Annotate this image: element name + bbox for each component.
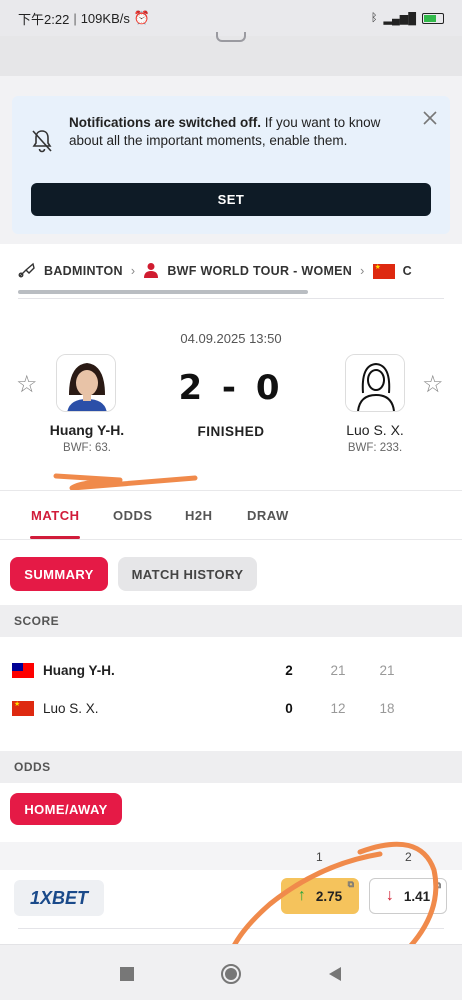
divider [0,539,462,540]
tab-h2h[interactable]: H2H [185,508,213,523]
close-icon[interactable] [422,106,438,132]
match-score: 2 - 0 [178,368,284,408]
taiwan-flag-icon [12,662,34,678]
recents-icon[interactable] [112,959,142,989]
woman-icon [143,262,159,281]
notification-banner: Notifications are switched off. If you w… [12,96,450,234]
score-row: Huang Y-H. 2 21 21 [0,652,462,688]
sheet-handle[interactable] [216,32,246,42]
back-icon[interactable] [320,959,350,989]
tab-odds[interactable]: ODDS [113,508,153,523]
divider [0,490,462,491]
tab-draw[interactable]: DRAW [247,508,289,523]
score-total: 2 [285,662,293,678]
tab-match[interactable]: MATCH [31,508,79,523]
score-set-2: 21 [379,662,395,678]
battery-icon [422,12,444,24]
bluetooth-icon: ᛒ [370,12,378,24]
status-icons: ᛒ ▂▄▆█ [371,12,444,25]
bell-off-icon [30,128,54,160]
score-section-header: SCORE [0,605,462,637]
breadcrumb-sport[interactable]: BADMINTON [44,264,123,278]
status-time: 下午2:22 [18,11,70,27]
match-history-button[interactable]: MATCH HISTORY [118,557,257,591]
notification-text: Notifications are switched off. If you w… [69,114,404,150]
score-set-1: 21 [330,662,346,678]
home-away-button[interactable]: HOME/AWAY [10,793,122,825]
china-flag-icon [12,700,34,716]
breadcrumb-tournament[interactable]: BWF WORLD TOUR - WOMEN [167,264,352,278]
system-nav-bar [0,944,462,1000]
alarm-icon: ⏰ [133,10,151,25]
chevron-right-icon: › [360,264,365,278]
sheet-handle-area [0,32,462,76]
status-speed: 109KB/s [80,10,130,26]
status-bar: 下午2:22 | 109KB/s ⏰ ᛒ ▂▄▆█ [0,0,462,36]
score-set-2: 18 [379,700,395,716]
divider [18,298,444,299]
badminton-icon [18,262,36,281]
score-total: 0 [285,700,293,716]
home-player-rank: BWF: 63. [63,442,111,454]
breadcrumb[interactable]: BADMINTON › BWF WORLD TOUR - WOMEN › C [18,260,462,282]
score-set-1: 12 [330,700,346,716]
summary-button[interactable]: SUMMARY [10,557,108,591]
status-separator: | [73,10,77,26]
score-player-name: Luo S. X. [43,700,99,716]
home-player-name[interactable]: Huang Y-H. [27,422,147,438]
chevron-right-icon: › [130,264,136,278]
away-player-rank: BWF: 233. [347,442,403,454]
breadcrumb-country[interactable]: C [403,264,412,278]
breadcrumb-scrollbar[interactable] [18,290,308,294]
home-icon[interactable] [216,959,246,989]
score-row: Luo S. X. 0 12 18 [0,690,462,726]
set-button[interactable]: SET [31,183,431,216]
match-content: BADMINTON › BWF WORLD TOUR - WOMEN › C 0… [0,244,462,1000]
signal-icon: ▂▄▆█ [383,12,416,25]
score-player-name: Huang Y-H. [43,662,115,678]
match-datetime: 04.09.2025 13:50 [180,331,282,346]
away-player-name[interactable]: Luo S. X. [315,422,435,438]
odds-section-header: ODDS [0,751,462,783]
bookmaker-logo[interactable]: 1XBET [14,880,104,916]
china-flag-icon [372,263,395,279]
notification-title: Notifications are switched off. [69,115,262,130]
